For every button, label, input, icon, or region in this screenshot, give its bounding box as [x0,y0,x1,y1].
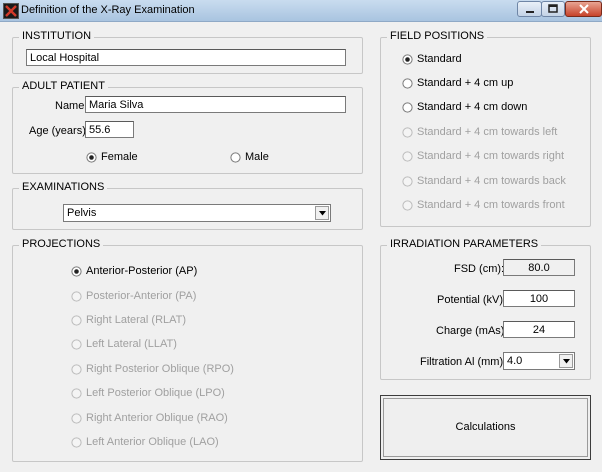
charge-input[interactable]: 24 [503,321,575,338]
projections-group: PROJECTIONS [12,238,363,462]
maximize-icon [548,4,558,13]
radio-disabled-icon [71,315,82,326]
irradiation-legend: IRRADIATION PARAMETERS [387,238,542,250]
radio-disabled-icon [71,291,82,302]
field-left-label: Standard + 4 cm towards left [417,126,558,138]
radio-disabled-icon [402,151,413,162]
examination-selected-value: Pelvis [67,207,97,219]
radio-disabled-icon [402,200,413,211]
sex-male-label: Male [245,151,269,163]
radio-disabled-icon [71,388,82,399]
field-standard-label: Standard [417,53,462,65]
projection-rpo-label: Right Posterior Oblique (RPO) [86,363,234,375]
patient-name-input[interactable]: Maria Silva [85,96,346,113]
minimize-button[interactable] [517,1,542,17]
institution-legend: INSTITUTION [19,30,95,42]
radio-disabled-icon [71,413,82,424]
close-icon [578,4,589,14]
radio-unselected-icon [230,152,241,163]
projection-ap-label: Anterior-Posterior (AP) [86,265,198,277]
calculations-button[interactable]: Calculations [380,395,591,460]
close-button[interactable] [565,1,602,17]
radio-selected-icon [86,152,97,163]
radio-disabled-icon [71,339,82,350]
institution-input[interactable]: Local Hospital [26,49,346,66]
patient-age-input[interactable]: 55.6 [85,121,134,138]
radio-disabled-icon [402,176,413,187]
sex-female-label: Female [101,151,138,163]
dropdown-arrow-icon[interactable] [315,206,329,220]
radio-disabled-icon [402,127,413,138]
dropdown-arrow-icon[interactable] [559,354,573,368]
field-up-label: Standard + 4 cm up [417,77,514,89]
title-bar[interactable]: Definition of the X-Ray Examination [0,0,602,22]
field-right-label: Standard + 4 cm towards right [417,150,565,162]
app-x-icon [3,3,19,19]
potential-input[interactable]: 100 [503,290,575,307]
examination-select[interactable]: Pelvis [63,204,331,222]
name-label: Name: [55,100,88,112]
radio-selected-icon [71,266,82,277]
maximize-button[interactable] [541,1,565,17]
projection-llat-label: Left Lateral (LLAT) [86,338,177,350]
field-front-label: Standard + 4 cm towards front [417,199,565,211]
projection-rao-label: Right Anterior Oblique (RAO) [86,412,228,424]
minimize-icon [525,11,534,13]
radio-disabled-icon [71,437,82,448]
field-back-label: Standard + 4 cm towards back [417,175,566,187]
potential-label: Potential (kV): [437,294,507,306]
charge-label: Charge (mAs): [436,325,508,337]
age-label: Age (years): [29,125,89,137]
calculations-button-label: Calculations [455,421,516,433]
field-down-label: Standard + 4 cm down [417,101,528,113]
xray-examination-window: Definition of the X-Ray Examination INST… [0,0,602,472]
projection-lao-label: Left Anterior Oblique (LAO) [86,436,219,448]
filtration-label: Filtration Al (mm): [420,356,507,368]
examinations-legend: EXAMINATIONS [19,181,108,193]
radio-disabled-icon [71,364,82,375]
filtration-select[interactable]: 4.0 [503,352,575,370]
fsd-label: FSD (cm): [454,263,505,275]
filtration-selected-value: 4.0 [507,355,523,367]
projection-lpo-label: Left Posterior Oblique (LPO) [86,387,225,399]
radio-unselected-icon [402,102,413,113]
window-title: Definition of the X-Ray Examination [21,4,195,16]
patient-legend: ADULT PATIENT [19,80,108,92]
projections-legend: PROJECTIONS [19,238,104,250]
radio-unselected-icon [402,78,413,89]
projection-rlat-label: Right Lateral (RLAT) [86,314,187,326]
fsd-value-field: 80.0 [503,259,575,276]
radio-selected-icon [402,54,413,65]
field-positions-legend: FIELD POSITIONS [387,30,488,42]
projection-pa-label: Posterior-Anterior (PA) [86,290,197,302]
